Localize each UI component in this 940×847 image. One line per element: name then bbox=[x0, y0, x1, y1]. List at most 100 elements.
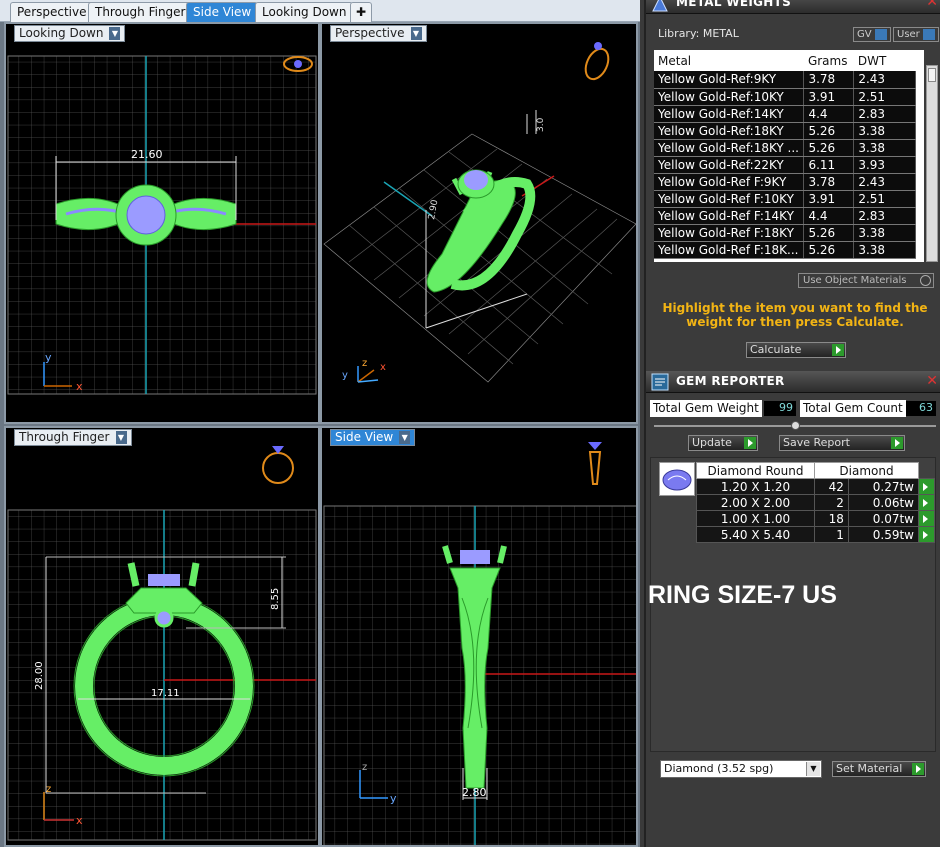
table-row[interactable]: 1.20 X 1.20 42 0.27tw bbox=[696, 478, 935, 495]
column-dwt[interactable]: DWT bbox=[853, 50, 916, 71]
column-diamond-round: Diamond Round bbox=[696, 462, 815, 479]
diamond-thumbnail bbox=[659, 462, 695, 496]
dwt-cell: 2.83 bbox=[853, 207, 916, 225]
viewport-looking-down[interactable]: 21.60 y x Looking Down ▼ bbox=[4, 22, 320, 424]
looking-down-canvas[interactable]: 21.60 y x bbox=[6, 24, 320, 424]
axis-x-label: x bbox=[380, 362, 386, 373]
axis-y-label: y bbox=[45, 351, 52, 364]
grams-cell: 5.26 bbox=[803, 224, 855, 242]
table-row[interactable]: Yellow Gold-Ref:14KY 4.4 2.83 bbox=[654, 105, 916, 123]
table-row[interactable]: Yellow Gold-Ref F:18K... 5.26 3.38 bbox=[654, 241, 916, 259]
select-gem-button[interactable] bbox=[918, 526, 935, 543]
grams-cell: 3.91 bbox=[803, 88, 855, 106]
tab-side-view[interactable]: Side View bbox=[186, 2, 259, 22]
calculate-hint: Highlight the item you want to find the … bbox=[662, 301, 928, 329]
gem-count-cell: 42 bbox=[814, 478, 849, 495]
table-row[interactable]: Yellow Gold-Ref F:18KY 5.26 3.38 bbox=[654, 224, 916, 242]
library-label: Library: METAL bbox=[658, 27, 739, 40]
gem-weight-cell: 0.59tw bbox=[847, 526, 920, 543]
dwt-cell: 3.93 bbox=[853, 156, 916, 174]
grams-cell: 4.4 bbox=[803, 207, 855, 225]
total-gem-weight-value: 99 bbox=[764, 401, 796, 416]
dropdown-arrow-icon[interactable]: ▼ bbox=[109, 27, 121, 40]
dwt-cell: 3.38 bbox=[853, 139, 916, 157]
chevron-down-icon[interactable]: ▼ bbox=[806, 762, 820, 776]
gem-reporter-header: GEM REPORTER ✕ bbox=[646, 371, 940, 393]
update-button[interactable]: Update bbox=[688, 435, 758, 451]
side-view-canvas[interactable]: 2.80 z y bbox=[322, 428, 638, 847]
column-metal[interactable]: Metal bbox=[654, 50, 804, 71]
axis-z-label: z bbox=[362, 762, 367, 773]
save-report-button[interactable]: Save Report bbox=[779, 435, 905, 451]
set-material-button[interactable]: Set Material bbox=[832, 761, 926, 777]
select-gem-button[interactable] bbox=[918, 510, 935, 527]
viewport-through-finger[interactable]: 28.00 8.55 17.11 z x Through Finger ▼ bbox=[4, 426, 320, 847]
viewport-label-perspective[interactable]: Perspective ▼ bbox=[330, 25, 427, 42]
add-tab-button[interactable]: ✚ bbox=[350, 2, 372, 22]
grams-cell: 5.26 bbox=[803, 122, 855, 140]
axis-z-label: z bbox=[362, 358, 367, 369]
use-object-materials-toggle[interactable]: Use Object Materials bbox=[798, 273, 934, 288]
metal-weights-header: METAL WEIGHTS ✕ bbox=[646, 0, 940, 14]
select-gem-button[interactable] bbox=[918, 494, 935, 511]
tab-perspective[interactable]: Perspective bbox=[10, 2, 94, 22]
dropdown-arrow-icon[interactable]: ▼ bbox=[399, 431, 411, 444]
table-row[interactable]: Yellow Gold-Ref:10KY 3.91 2.51 bbox=[654, 88, 916, 106]
scrollbar-thumb[interactable] bbox=[928, 68, 936, 82]
gem-size-cell: 5.40 X 5.40 bbox=[696, 526, 815, 543]
metal-table-scrollbar[interactable] bbox=[926, 65, 938, 262]
table-row[interactable]: Yellow Gold-Ref F:10KY 3.91 2.51 bbox=[654, 190, 916, 208]
grams-cell: 3.78 bbox=[803, 71, 855, 89]
viewport-side-view[interactable]: 2.80 z y Side View ▼ bbox=[320, 426, 638, 847]
dropdown-arrow-icon[interactable]: ▼ bbox=[410, 27, 422, 40]
play-arrow-icon bbox=[744, 437, 756, 449]
close-icon[interactable]: ✕ bbox=[926, 0, 938, 10]
gem-table[interactable]: Diamond Round Diamond 1.20 X 1.20 42 0.27t… bbox=[696, 462, 935, 543]
gem-count-cell: 18 bbox=[814, 510, 849, 527]
axis-y-label: y bbox=[390, 792, 397, 805]
viewport-label-side-view[interactable]: Side View ▼ bbox=[330, 429, 416, 446]
tab-looking-down[interactable]: Looking Down bbox=[255, 2, 354, 22]
gem-size-cell: 1.20 X 1.20 bbox=[696, 478, 815, 495]
close-icon[interactable]: ✕ bbox=[926, 373, 938, 389]
table-row[interactable]: 1.00 X 1.00 18 0.07tw bbox=[696, 510, 935, 527]
grams-cell: 5.26 bbox=[803, 139, 855, 157]
metal-weights-table[interactable]: Metal Grams DWT Yellow Gold-Ref:9KY 3.78 2… bbox=[654, 50, 924, 262]
inner-diameter-dimension: 17.11 bbox=[151, 688, 180, 699]
material-select[interactable]: Diamond (3.52 spg) ▼ bbox=[660, 760, 822, 778]
dropdown-arrow-icon[interactable]: ▼ bbox=[115, 431, 127, 444]
table-row[interactable]: Yellow Gold-Ref F:9KY 3.78 2.43 bbox=[654, 173, 916, 191]
through-finger-canvas[interactable]: 28.00 8.55 17.11 z x bbox=[6, 428, 320, 847]
axis-y-label: y bbox=[342, 370, 348, 381]
column-diamond: Diamond bbox=[814, 462, 919, 479]
table-row[interactable]: 5.40 X 5.40 1 0.59tw bbox=[696, 526, 935, 543]
table-row[interactable]: Yellow Gold-Ref:9KY 3.78 2.43 bbox=[654, 71, 916, 89]
viewport-label-through-finger[interactable]: Through Finger ▼ bbox=[14, 429, 132, 446]
total-gem-weight-label: Total Gem Weight bbox=[650, 400, 762, 417]
table-row[interactable]: Yellow Gold-Ref:18KY 5.26 3.38 bbox=[654, 122, 916, 140]
perspective-canvas[interactable]: 3.0 2.90 y z x bbox=[322, 24, 638, 424]
gv-toggle[interactable]: GV bbox=[853, 27, 891, 42]
select-gem-button[interactable] bbox=[918, 478, 935, 495]
metal-name-cell: Yellow Gold-Ref F:10KY bbox=[654, 190, 805, 208]
dwt-cell: 2.83 bbox=[853, 105, 916, 123]
table-row[interactable]: Yellow Gold-Ref:22KY 6.11 3.93 bbox=[654, 156, 916, 174]
gem-reporter-icon bbox=[651, 373, 669, 391]
viewport-tab-bar: Perspective Through Finger Side View Loo… bbox=[0, 0, 640, 22]
calculate-button[interactable]: Calculate bbox=[746, 342, 846, 358]
table-row[interactable]: Yellow Gold-Ref:18KY ... 5.26 3.38 bbox=[654, 139, 916, 157]
table-row[interactable]: Yellow Gold-Ref F:14KY 4.4 2.83 bbox=[654, 207, 916, 225]
user-toggle[interactable]: User bbox=[893, 27, 939, 42]
tab-through-finger[interactable]: Through Finger bbox=[88, 2, 193, 22]
perspective-dim-b: 2.90 bbox=[427, 199, 440, 221]
metal-name-cell: Yellow Gold-Ref F:18K... bbox=[654, 241, 805, 259]
gem-slider-knob[interactable] bbox=[791, 421, 800, 430]
dwt-cell: 2.51 bbox=[853, 190, 916, 208]
viewport-area: 21.60 y x Looking Down ▼ 3.0 2.90 y z x … bbox=[0, 22, 640, 847]
column-grams[interactable]: Grams bbox=[803, 50, 854, 71]
viewport-label-looking-down[interactable]: Looking Down ▼ bbox=[14, 25, 126, 42]
table-row[interactable]: 2.00 X 2.00 2 0.06tw bbox=[696, 494, 935, 511]
head-height-dimension: 8.55 bbox=[270, 588, 281, 610]
viewport-perspective[interactable]: 3.0 2.90 y z x Perspective ▼ bbox=[320, 22, 638, 424]
metal-name-cell: Yellow Gold-Ref:14KY bbox=[654, 105, 805, 123]
